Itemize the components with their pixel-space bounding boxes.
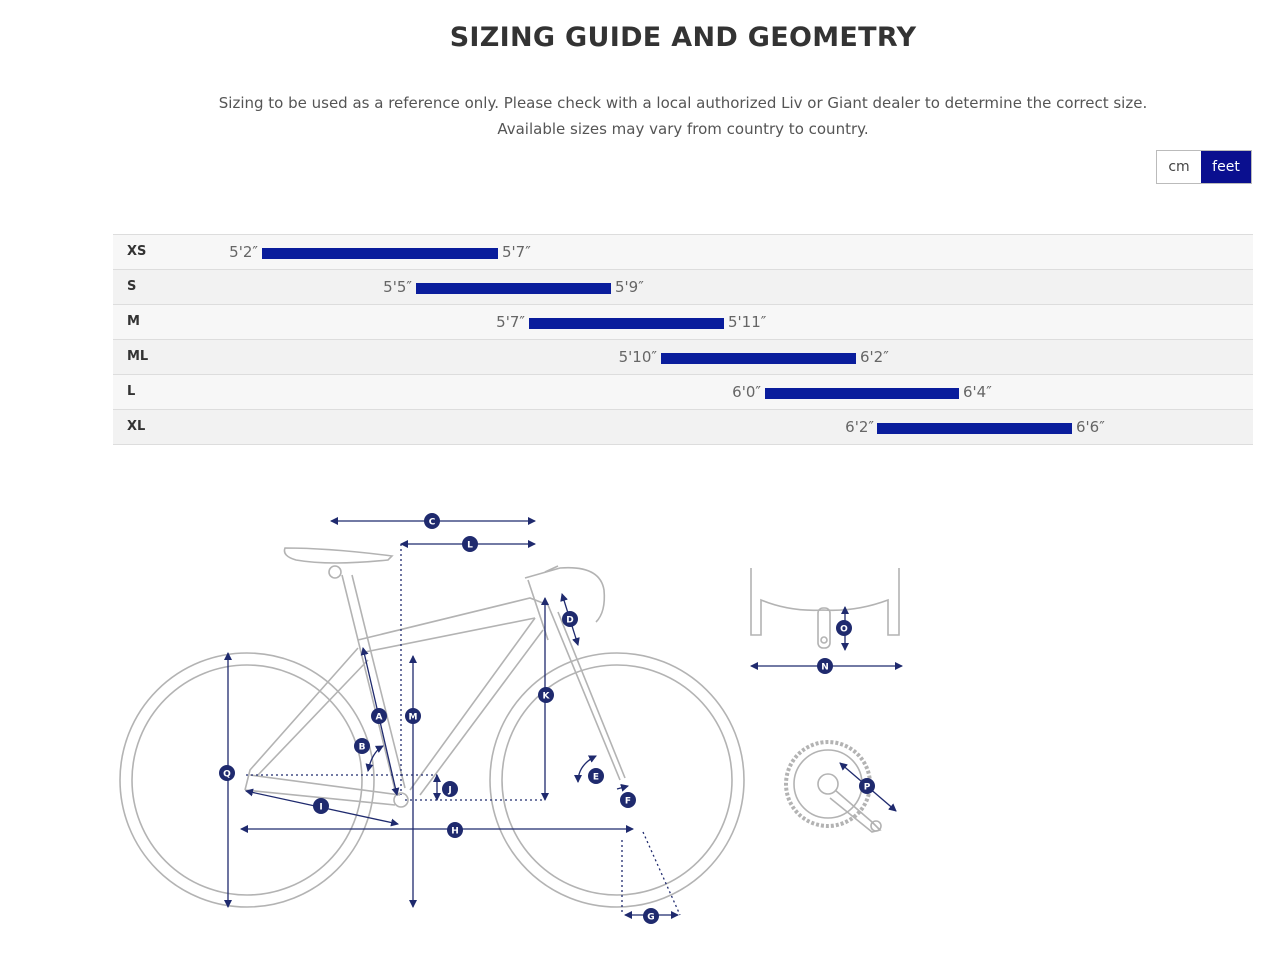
svg-text:F: F (625, 797, 631, 807)
marker-n: N (817, 658, 833, 674)
size-row-s: S 5'5″ 5'9″ (113, 270, 1253, 305)
geometry-diagram: A B C D E F G H I J K L M N O P Q (119, 513, 903, 924)
svg-text:L: L (467, 541, 473, 551)
height-max: 6'4″ (963, 383, 992, 401)
measurement-markers: A B C D E F G H I J K L M N O P Q (219, 513, 875, 924)
svg-text:H: H (451, 827, 459, 837)
marker-m: M (405, 708, 421, 724)
height-range-bar (262, 248, 498, 259)
size-chart: XS 5'2″ 5'7″ S 5'5″ 5'9″ M 5'7″ 5'11″ ML… (113, 234, 1253, 445)
height-range-bar (529, 318, 724, 329)
height-range-bar (416, 283, 611, 294)
svg-text:G: G (647, 913, 654, 923)
unit-cm-button[interactable]: cm (1157, 151, 1201, 183)
size-label: XL (127, 419, 146, 434)
disclaimer-line-1: Sizing to be used as a reference only. P… (218, 94, 1148, 112)
unit-feet-button[interactable]: feet (1201, 151, 1251, 183)
height-min: 5'2″ (229, 243, 258, 261)
marker-i: I (313, 798, 329, 814)
height-min: 6'2″ (845, 418, 874, 436)
marker-h: H (447, 822, 463, 838)
size-label: XS (127, 244, 147, 259)
marker-q: Q (219, 765, 235, 781)
bike-illustration (119, 547, 745, 908)
marker-a: A (371, 708, 387, 724)
page-title: SIZING GUIDE AND GEOMETRY (449, 22, 917, 53)
height-max: 6'2″ (860, 348, 889, 366)
size-label: ML (127, 349, 149, 364)
size-label: M (127, 314, 140, 329)
marker-g: G (643, 908, 659, 924)
marker-p: P (859, 778, 875, 794)
marker-b: B (354, 738, 370, 754)
marker-e: E (588, 768, 604, 784)
svg-text:O: O (840, 625, 848, 635)
marker-j: J (442, 781, 458, 797)
marker-d: D (562, 611, 578, 627)
dimension-lines (224, 517, 903, 919)
height-range-bar (765, 388, 959, 399)
sizing-disclaimer: Sizing to be used as a reference only. P… (0, 90, 1288, 142)
size-label: L (127, 384, 136, 399)
svg-text:J: J (447, 786, 451, 796)
svg-text:M: M (409, 713, 418, 723)
height-min: 6'0″ (732, 383, 761, 401)
svg-text:A: A (376, 713, 383, 723)
unit-toggle: cm feet (1156, 150, 1252, 184)
height-max: 5'11″ (728, 313, 767, 331)
size-row-l: L 6'0″ 6'4″ (113, 375, 1253, 410)
svg-text:K: K (543, 692, 551, 702)
marker-c: C (424, 513, 440, 529)
height-range-bar (661, 353, 856, 364)
svg-text:P: P (864, 783, 871, 793)
height-min: 5'10″ (618, 348, 657, 366)
marker-f: F (620, 792, 636, 808)
height-max: 6'6″ (1076, 418, 1105, 436)
size-row-m: M 5'7″ 5'11″ (113, 305, 1253, 340)
marker-l: L (462, 536, 478, 552)
height-max: 5'9″ (615, 278, 644, 296)
disclaimer-line-2: Available sizes may vary from country to… (497, 120, 869, 138)
marker-k: K (538, 687, 554, 703)
svg-text:C: C (429, 518, 436, 528)
marker-o: O (836, 620, 852, 636)
size-row-xl: XL 6'2″ 6'6″ (113, 410, 1253, 445)
size-row-ml: ML 5'10″ 6'2″ (113, 340, 1253, 375)
size-label: S (127, 279, 137, 294)
svg-text:I: I (319, 803, 322, 813)
svg-text:E: E (593, 773, 599, 783)
svg-text:D: D (566, 616, 573, 626)
height-min: 5'5″ (383, 278, 412, 296)
height-range-bar (877, 423, 1072, 434)
svg-text:B: B (359, 743, 366, 753)
svg-text:N: N (821, 663, 829, 673)
svg-text:Q: Q (223, 770, 231, 780)
size-row-xs: XS 5'2″ 5'7″ (113, 235, 1253, 270)
height-max: 5'7″ (502, 243, 531, 261)
front-wheel (489, 652, 745, 908)
handlebar-illustration (750, 568, 900, 649)
height-min: 5'7″ (496, 313, 525, 331)
